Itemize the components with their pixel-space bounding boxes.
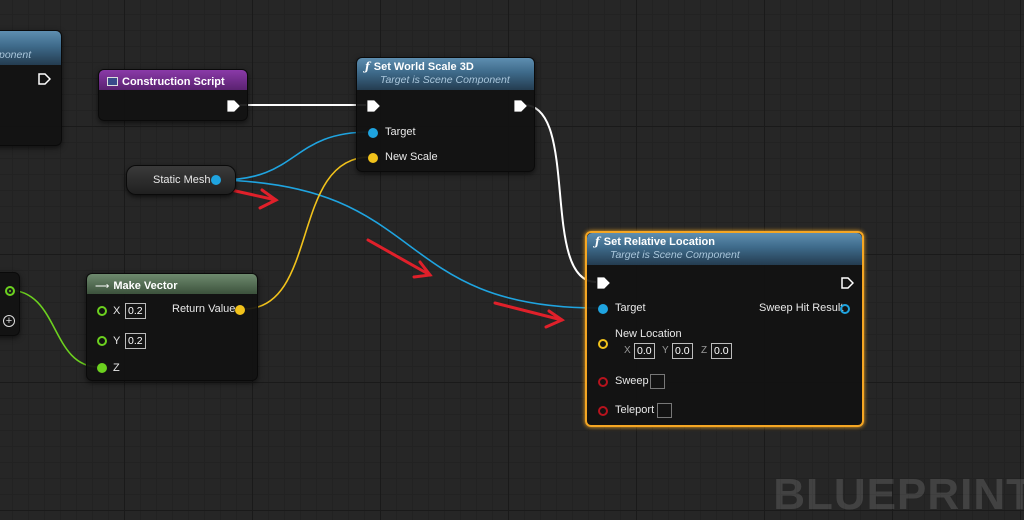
function-f-icon: ƒ [365, 60, 370, 73]
sweep-checkbox[interactable] [650, 374, 665, 389]
sweep-hit-result-label: Sweep Hit Result [759, 302, 844, 314]
x-value-input[interactable]: 0.2 [125, 303, 146, 319]
new-location-z-input[interactable]: 0.0 [711, 343, 732, 359]
object-wire-mesh-to-scale-target [219, 131, 371, 181]
teleport-checkbox[interactable] [657, 403, 672, 418]
exec-out-icon[interactable] [227, 100, 240, 112]
static-mesh-out-pin[interactable] [211, 175, 221, 185]
construction-script-title: Construction Script [122, 76, 225, 88]
return-value-label: Return Value [172, 303, 236, 315]
set-world-scale-title: Set World Scale 3D [373, 61, 474, 73]
z-pin[interactable] [97, 363, 107, 373]
new-location-y-axis: Y [662, 345, 669, 356]
function-f-icon: ƒ [595, 235, 600, 248]
new-scale-label: New Scale [385, 151, 438, 163]
y-label: Y [113, 335, 121, 347]
return-value-pin[interactable] [235, 305, 245, 315]
new-location-x-axis: X [624, 345, 631, 356]
vector-wire-return-to-new-scale [243, 156, 371, 310]
sweep-hit-result-pin[interactable] [840, 304, 850, 314]
static-mesh-variable-node[interactable]: Static Mesh [126, 165, 236, 195]
teleport-label: Teleport [615, 404, 655, 416]
annotation-arrow-2 [366, 238, 433, 279]
target-label: Target [385, 126, 416, 138]
make-vector-icon: ⟶ [95, 281, 110, 292]
z-label: Z [113, 362, 120, 374]
partial-event-node[interactable]: ponent [0, 30, 62, 146]
exec-out-icon[interactable] [841, 277, 854, 289]
construction-script-icon [107, 77, 118, 86]
sweep-pin[interactable] [598, 377, 608, 387]
target-pin[interactable] [368, 128, 378, 138]
teleport-pin[interactable] [598, 406, 608, 416]
blueprint-watermark: BLUEPRINT [773, 470, 1024, 519]
set-relative-location-title: Set Relative Location [603, 236, 715, 248]
target-label: Target [615, 302, 646, 314]
x-pin[interactable] [97, 306, 107, 316]
partial-node-header: ponent [0, 31, 61, 65]
new-location-x-input[interactable]: 0.0 [634, 343, 655, 359]
partial-float-node[interactable]: + [0, 272, 20, 336]
set-relative-location-header: ƒ Set Relative Location Target is Scene C… [587, 233, 862, 265]
new-location-pin[interactable] [598, 339, 608, 349]
set-world-scale-subtitle: Target is Scene Component [380, 74, 510, 86]
object-wire-mesh-to-location-target [219, 179, 599, 309]
y-pin[interactable] [97, 336, 107, 346]
sweep-label: Sweep [615, 375, 649, 387]
set-world-scale-header: ƒ Set World Scale 3D Target is Scene Comp… [357, 58, 534, 90]
make-vector-title: Make Vector [113, 280, 178, 292]
float-out-pin[interactable] [5, 286, 15, 296]
set-relative-location-subtitle: Target is Scene Component [610, 249, 740, 261]
partial-node-subtitle: ponent [0, 49, 32, 61]
blueprint-graph-canvas[interactable]: ponent + Construction Script ƒ Set World … [0, 0, 1024, 519]
annotation-arrow-3 [493, 301, 566, 329]
y-value-input[interactable]: 0.2 [125, 333, 146, 349]
exec-out-icon[interactable] [38, 73, 51, 85]
static-mesh-label: Static Mesh [153, 174, 211, 186]
target-pin[interactable] [598, 304, 608, 314]
new-location-z-axis: Z [701, 345, 708, 356]
x-label: X [113, 305, 121, 317]
construction-script-header: Construction Script [99, 70, 247, 90]
exec-out-icon[interactable] [514, 100, 527, 112]
set-world-scale-3d-node[interactable]: ƒ Set World Scale 3D Target is Scene Comp… [356, 57, 535, 172]
set-relative-location-node[interactable]: ƒ Set Relative Location Target is Scene C… [585, 231, 864, 427]
make-vector-header: ⟶ Make Vector [87, 274, 257, 294]
exec-in-icon[interactable] [597, 277, 610, 289]
construction-script-node[interactable]: Construction Script [98, 69, 248, 121]
new-location-label: New Location [615, 328, 682, 340]
make-vector-node[interactable]: ⟶ Make Vector X 0.2 Y 0.2 Z Return Value [86, 273, 258, 381]
exec-in-icon[interactable] [367, 100, 380, 112]
new-location-y-input[interactable]: 0.0 [672, 343, 693, 359]
new-scale-pin[interactable] [368, 153, 378, 163]
add-pin-icon[interactable]: + [3, 315, 15, 327]
